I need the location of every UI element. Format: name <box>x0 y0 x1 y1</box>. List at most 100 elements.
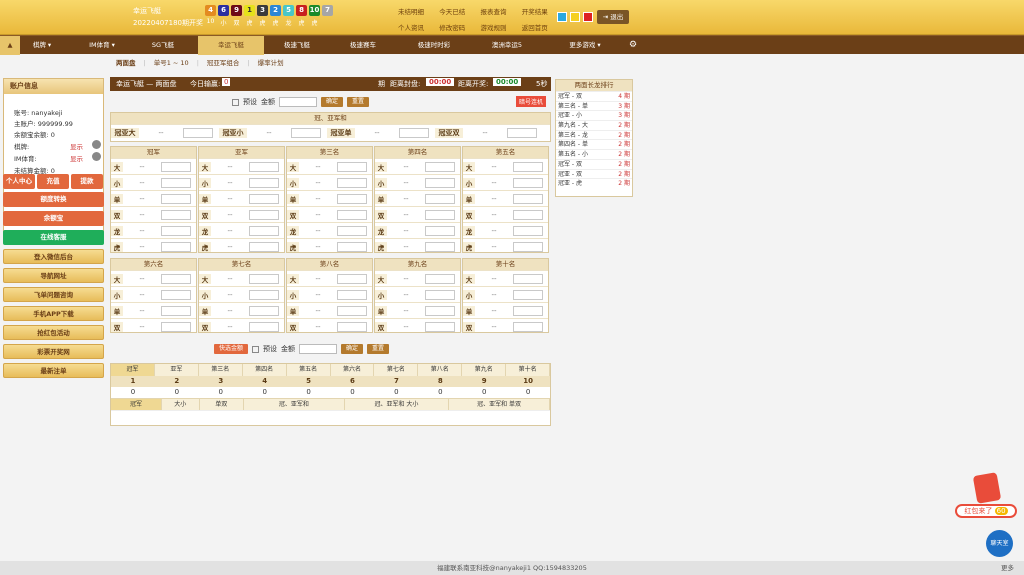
bet-input[interactable] <box>161 209 191 220</box>
bet-input[interactable] <box>513 305 543 316</box>
bet-input[interactable] <box>337 177 367 188</box>
stats-subtab[interactable]: 单双 <box>200 399 244 410</box>
account-action-button[interactable]: 充值 <box>37 174 69 189</box>
sidebar-button[interactable]: 导航网址 <box>3 268 104 283</box>
bet-input[interactable] <box>337 305 367 316</box>
nav-item[interactable]: 极速飞艇 <box>266 36 328 55</box>
nav-item[interactable]: 极速时时彩 <box>398 36 470 55</box>
bet-input[interactable] <box>161 321 191 332</box>
header-link[interactable]: 游戏规则 <box>481 22 517 32</box>
stats-tab[interactable]: 第三名 <box>199 364 243 376</box>
bet-input[interactable] <box>161 289 191 300</box>
bet-input[interactable] <box>513 321 543 332</box>
bet-input[interactable] <box>249 225 279 236</box>
bet-input[interactable] <box>513 209 543 220</box>
bet-input[interactable] <box>249 241 279 252</box>
nav-item[interactable]: SG飞艇 <box>136 36 190 55</box>
sidebar-button[interactable]: 登入微信后台 <box>3 249 104 264</box>
sidebar-button[interactable]: 飞单问题咨询 <box>3 287 104 302</box>
stats-subtab[interactable]: 冠、亚军和 大小 <box>345 399 450 410</box>
bet-input[interactable] <box>425 193 455 204</box>
theme-yellow-icon[interactable] <box>570 12 580 22</box>
bet-input[interactable] <box>161 273 191 284</box>
subnav-item[interactable]: 爆率计划 <box>258 59 284 67</box>
theme-red-icon[interactable] <box>583 12 593 22</box>
logout-button[interactable]: ⇥ 退出 <box>597 10 629 24</box>
sidebar-button[interactable]: 彩票开奖网 <box>3 344 104 359</box>
confirm-button[interactable]: 确定 <box>321 97 344 107</box>
amount-input[interactable] <box>279 97 317 107</box>
nav-collapse-icon[interactable]: ▲ <box>0 36 20 55</box>
stats-tab[interactable]: 第六名 <box>331 364 375 376</box>
stats-subtab[interactable]: 大小 <box>162 399 200 410</box>
refresh-icon[interactable] <box>92 140 101 149</box>
sidebar-button[interactable]: 抢红包活动 <box>3 325 104 340</box>
bet-input[interactable] <box>425 177 455 188</box>
sidebar-button[interactable]: 最新注单 <box>3 363 104 378</box>
stats-subtab[interactable]: 冠、亚军和 单双 <box>449 399 550 410</box>
reset-button[interactable]: 重置 <box>347 97 370 107</box>
bet-input[interactable] <box>337 273 367 284</box>
bet-input[interactable] <box>337 209 367 220</box>
nav-item[interactable]: IM体育 ▾ <box>72 36 132 55</box>
bet-input[interactable] <box>291 127 321 138</box>
sidebar-button[interactable]: 额度转换 <box>3 192 104 207</box>
amount-input[interactable] <box>299 344 338 354</box>
sidebar-button[interactable]: 余额宝 <box>3 211 104 226</box>
bet-input[interactable] <box>513 273 543 284</box>
bet-input[interactable] <box>399 127 429 138</box>
preset-checkbox[interactable] <box>252 345 260 353</box>
bet-input[interactable] <box>337 321 367 332</box>
subnav-item[interactable]: 单号1 ~ 10 <box>154 59 189 67</box>
header-link[interactable]: 返回首页 <box>522 22 558 32</box>
bet-input[interactable] <box>161 177 191 188</box>
bet-input[interactable] <box>249 305 279 316</box>
autoplay-button[interactable]: 暗号连机 <box>516 96 547 107</box>
bet-input[interactable] <box>513 289 543 300</box>
quick-amount-button[interactable]: 快选金额 <box>214 344 249 354</box>
stats-tab[interactable]: 第九名 <box>462 364 507 376</box>
nav-item[interactable]: 更多游戏 ▾ <box>550 36 620 55</box>
account-action-button[interactable]: 提款 <box>71 174 103 189</box>
confirm-button[interactable]: 确定 <box>341 344 364 354</box>
bet-input[interactable] <box>161 225 191 236</box>
bet-input[interactable] <box>513 225 543 236</box>
bet-input[interactable] <box>513 177 543 188</box>
stats-tab[interactable]: 第十名 <box>506 364 551 376</box>
header-link[interactable]: 报表查询 <box>481 6 517 16</box>
chat-room-button[interactable]: 聊天室 <box>986 530 1013 557</box>
nav-item[interactable]: 澳洲幸运5 <box>472 36 542 55</box>
bet-input[interactable] <box>513 193 543 204</box>
stats-tab[interactable]: 第七名 <box>374 364 419 376</box>
stats-subtab[interactable]: 冠、亚军和 <box>244 399 345 410</box>
account-action-button[interactable]: 个人中心 <box>3 174 35 189</box>
theme-blue-icon[interactable] <box>557 12 567 22</box>
stats-tab[interactable]: 冠军 <box>111 364 155 376</box>
footer-more-link[interactable]: 更多 <box>1001 561 1014 575</box>
sidebar-button[interactable]: 手机APP下载 <box>3 306 104 321</box>
bet-input[interactable] <box>425 273 455 284</box>
bet-input[interactable] <box>161 241 191 252</box>
bet-input[interactable] <box>249 161 279 172</box>
reset-button[interactable]: 重置 <box>367 344 390 354</box>
bet-input[interactable] <box>513 241 543 252</box>
bet-input[interactable] <box>337 225 367 236</box>
bet-input[interactable] <box>249 289 279 300</box>
settings-gear-icon[interactable]: ⚙ <box>626 36 640 55</box>
header-link[interactable]: 未结明细 <box>398 6 434 16</box>
bet-input[interactable] <box>425 321 455 332</box>
preset-checkbox[interactable] <box>232 98 239 106</box>
bet-input[interactable] <box>249 321 279 332</box>
bet-input[interactable] <box>337 161 367 172</box>
bet-input[interactable] <box>161 193 191 204</box>
bet-input[interactable] <box>249 209 279 220</box>
nav-item[interactable]: 极速赛车 <box>330 36 396 55</box>
bet-input[interactable] <box>513 161 543 172</box>
subnav-item[interactable]: 冠亚军组合 <box>207 59 240 67</box>
im-status[interactable]: 显示 <box>70 153 83 163</box>
stats-tab[interactable]: 第八名 <box>418 364 463 376</box>
bet-input[interactable] <box>161 305 191 316</box>
bet-input[interactable] <box>337 289 367 300</box>
bet-input[interactable] <box>161 161 191 172</box>
bet-input[interactable] <box>249 177 279 188</box>
